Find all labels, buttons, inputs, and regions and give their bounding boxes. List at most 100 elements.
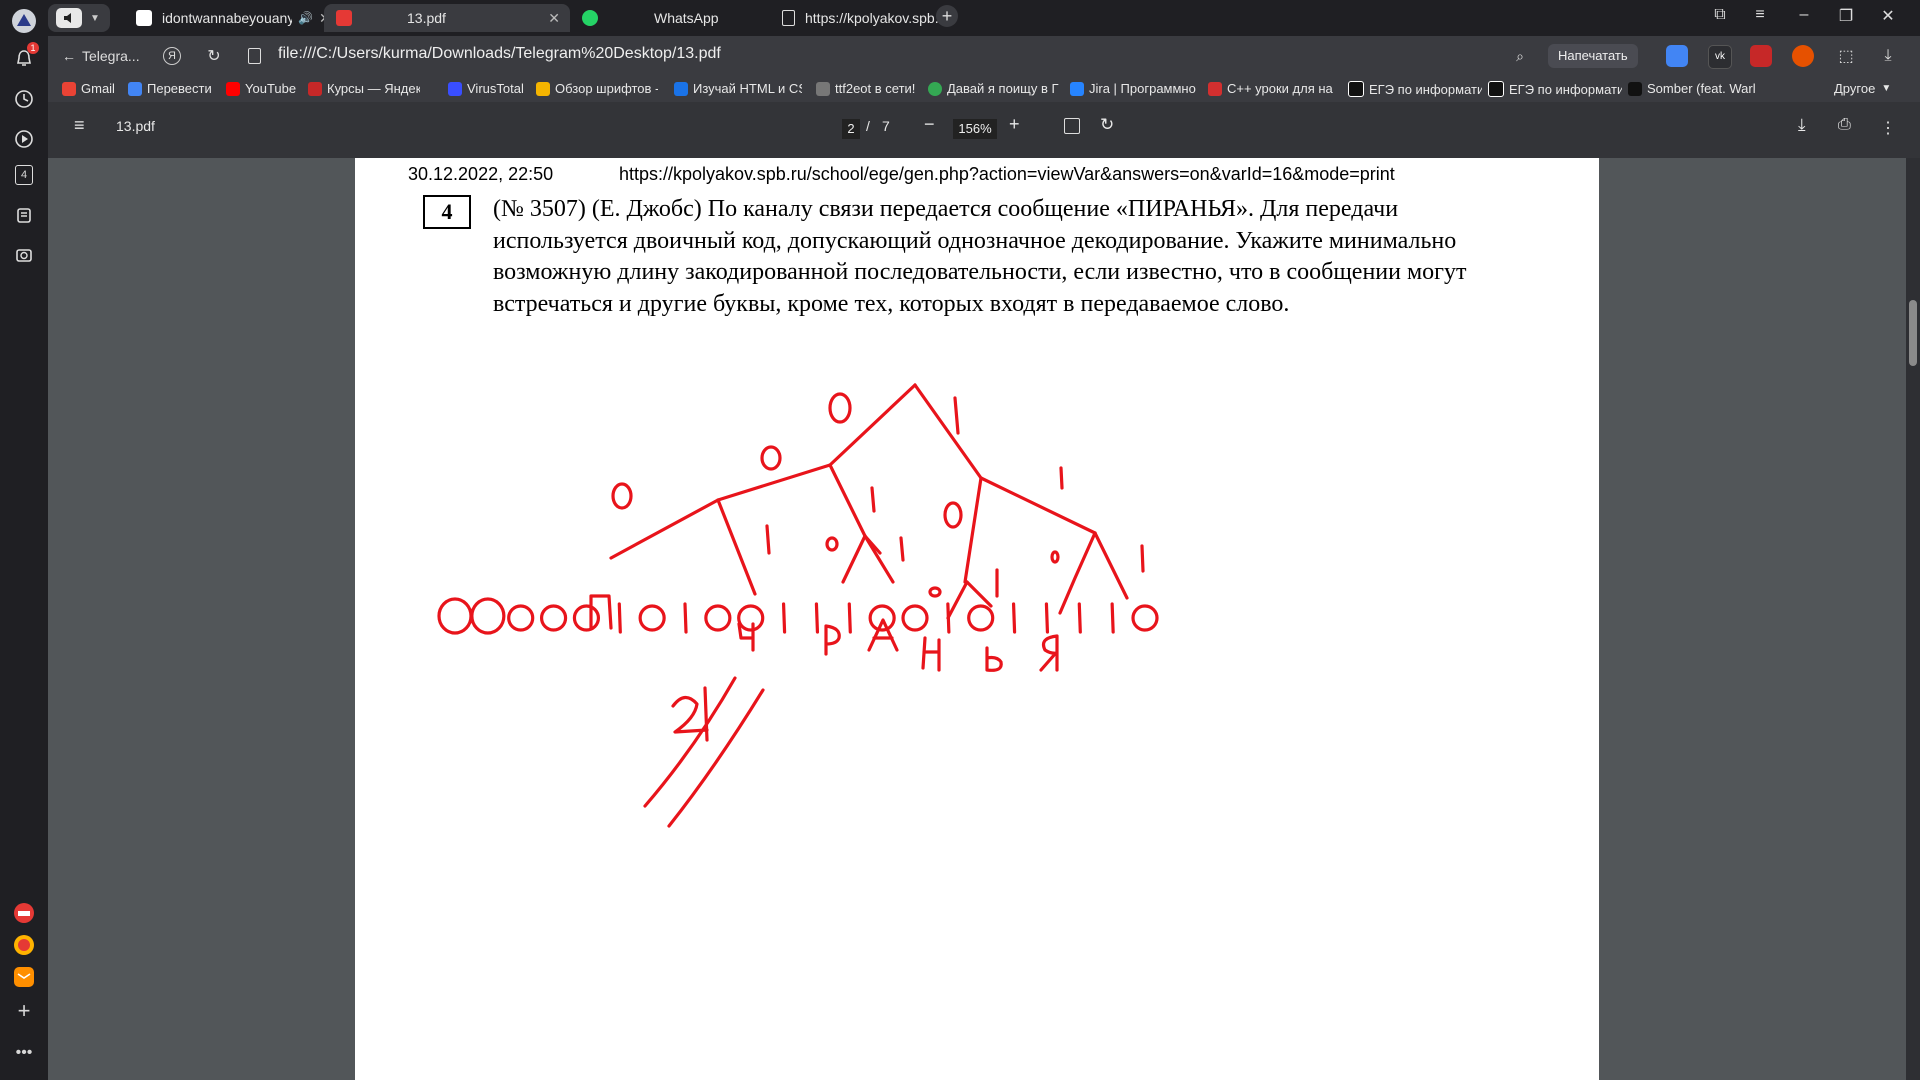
zoom-search-icon[interactable]: ⌕	[1508, 44, 1532, 68]
bookmark-gmail[interactable]: Gmail	[62, 81, 115, 96]
browser-logo-icon[interactable]	[9, 6, 39, 36]
bookmark-translate[interactable]: Перевести	[128, 81, 212, 96]
print-button[interactable]: Напечатать	[1548, 44, 1638, 68]
code-digit-zero	[539, 604, 568, 632]
tab-whatsapp[interactable]: WhatsApp	[570, 4, 770, 32]
screenshot-icon[interactable]	[9, 240, 39, 270]
basketball-extension-icon[interactable]	[1792, 45, 1814, 67]
leaf-letter-er	[824, 624, 841, 656]
collections-icon[interactable]	[9, 200, 39, 230]
tree-edge-root-right	[913, 383, 983, 480]
hamburger-menu-icon[interactable]: ≡	[74, 115, 85, 136]
mail-app-icon[interactable]	[9, 898, 39, 928]
fit-page-icon[interactable]	[1064, 118, 1080, 137]
url-field[interactable]: file:///C:/Users/kurma/Downloads/Telegra…	[278, 45, 721, 63]
answer-one	[703, 686, 709, 742]
tree-label-0	[760, 445, 782, 471]
vk-extension-icon[interactable]: vk	[1708, 45, 1732, 69]
code-digit-one	[847, 602, 852, 634]
tree-edge-r-right	[979, 476, 1097, 535]
back-button[interactable]: ← Telegra...	[62, 44, 140, 68]
tab-audio-control[interactable]: ▼	[48, 4, 110, 32]
code-digit-one	[781, 602, 787, 634]
tree-edge-l2-left	[609, 498, 720, 560]
new-tab-button[interactable]: +	[936, 5, 958, 27]
yandex-icon[interactable]: Я	[160, 44, 184, 68]
bookmark-fonts[interactable]: Обзор шрифтов -	[536, 81, 658, 96]
messenger-app-icon[interactable]	[9, 962, 39, 992]
whatsapp-icon	[582, 10, 598, 26]
bookmark-youtube[interactable]: YouTube	[226, 81, 296, 96]
pdf-viewer[interactable]: 30.12.2022, 22:50 https://kpolyakov.spb.…	[48, 158, 1920, 1080]
bookmark-somber[interactable]: Somber (feat. Warl	[1628, 81, 1756, 96]
zoom-in-button[interactable]: +	[1009, 114, 1020, 135]
question-text: (№ 3507) (Е. Джобс) По каналу связи пере…	[493, 196, 1467, 317]
speaker-icon	[56, 8, 82, 28]
notifications-icon[interactable]: 1	[9, 42, 39, 74]
menu-icon[interactable]: ≡	[1748, 6, 1772, 24]
bookmarks-bar: Gmail Перевести YouTube Курсы — Яндекс.Л…	[48, 76, 1920, 102]
bookmark-html-css[interactable]: Изучай HTML и CSS	[674, 81, 802, 96]
print-url: https://kpolyakov.spb.ru/school/ege/gen.…	[619, 164, 1395, 184]
code-digit-zero	[507, 604, 535, 632]
download-icon[interactable]: ⤓	[1876, 44, 1900, 68]
more-icon[interactable]: •••	[9, 1038, 39, 1068]
bookmark-lmgtfy[interactable]: Давай я поищу в Г	[928, 81, 1059, 96]
page-number-input[interactable]: 2	[842, 119, 860, 139]
bookmarks-other[interactable]: Другое ▼	[1834, 81, 1891, 96]
tree-label-1	[953, 396, 960, 435]
code-digit-zero	[470, 597, 506, 635]
code-digit-zero	[704, 604, 732, 632]
arrow-left-icon: ←	[62, 48, 76, 64]
code-digit-zero	[638, 604, 666, 632]
numbered-panel-icon[interactable]: 4	[9, 160, 39, 190]
tree-label-0	[825, 536, 839, 552]
zoom-level-input[interactable]: 156%	[953, 119, 997, 139]
restore-icon[interactable]: ❐	[1834, 6, 1858, 26]
tab-manager-icon[interactable]: ⧉	[1708, 6, 1732, 24]
tree-edge-ra-left	[841, 534, 867, 584]
print-icon[interactable]: ⎙	[1838, 116, 1851, 134]
extensions-icon[interactable]: ⬚	[1834, 44, 1858, 68]
close-icon[interactable]: ✕	[548, 10, 560, 27]
download-icon[interactable]: ⤓	[1798, 115, 1806, 135]
pdf-icon	[336, 10, 352, 26]
bookmark-yandex-courses[interactable]: Курсы — Яндекс.Л	[308, 81, 420, 96]
history-icon[interactable]	[9, 84, 39, 114]
question-number: 4	[423, 195, 471, 229]
arrow-extension-icon[interactable]	[1750, 45, 1772, 67]
scrollbar-thumb[interactable]	[1909, 300, 1917, 366]
media-player-icon[interactable]	[9, 124, 39, 154]
bookmark-jira[interactable]: Jira | Программно	[1070, 81, 1196, 96]
rotate-icon[interactable]: ↻	[1100, 115, 1114, 135]
code-sequence	[437, 597, 1159, 635]
bookmark-ege-1[interactable]: ЕГЭ по информати	[1348, 81, 1482, 97]
tree-edge-l2-right	[716, 498, 757, 596]
more-options-icon[interactable]: ⋮	[1880, 118, 1896, 138]
reload-icon[interactable]: ↻	[202, 44, 226, 68]
bookmark-ttf2eot[interactable]: ttf2eot в сети!	[816, 81, 915, 96]
zoom-out-button[interactable]: −	[924, 114, 935, 135]
vertical-scrollbar[interactable]	[1906, 158, 1920, 1080]
tree-edge-ra-right	[863, 534, 895, 584]
code-digit-one	[1077, 602, 1082, 634]
close-window-icon[interactable]: ✕	[1876, 6, 1900, 26]
minimize-icon[interactable]: –	[1792, 6, 1816, 24]
translate-extension-icon[interactable]	[1666, 45, 1688, 67]
leaf-letter-pe	[589, 594, 613, 630]
tree-label-0	[611, 482, 633, 510]
bookmark-cpp[interactable]: C++ уроки для на	[1208, 81, 1333, 96]
tab-pdf[interactable]: 13.pdf ✕	[324, 4, 570, 32]
bookmark-ege-2[interactable]: ЕГЭ по информати	[1488, 81, 1622, 97]
tree-label-1	[1140, 544, 1145, 573]
leaf-letter-a	[867, 618, 899, 652]
music-app-icon[interactable]	[9, 930, 39, 960]
leaf-letter-en	[921, 636, 941, 672]
add-panel-icon[interactable]: +	[9, 996, 39, 1026]
numbered-panel-label: 4	[15, 165, 33, 185]
bookmark-virustotal[interactable]: VirusTotal	[448, 81, 524, 96]
tab-label: idontwannabeyouanymore	[162, 10, 292, 26]
code-digit-one	[946, 602, 951, 634]
pdf-toolbar: ≡ 13.pdf 2 / 7 − 156% + ↻ ⤓ ⎙ ⋮	[48, 102, 1920, 158]
tree-edge-rr-right	[1093, 531, 1129, 600]
